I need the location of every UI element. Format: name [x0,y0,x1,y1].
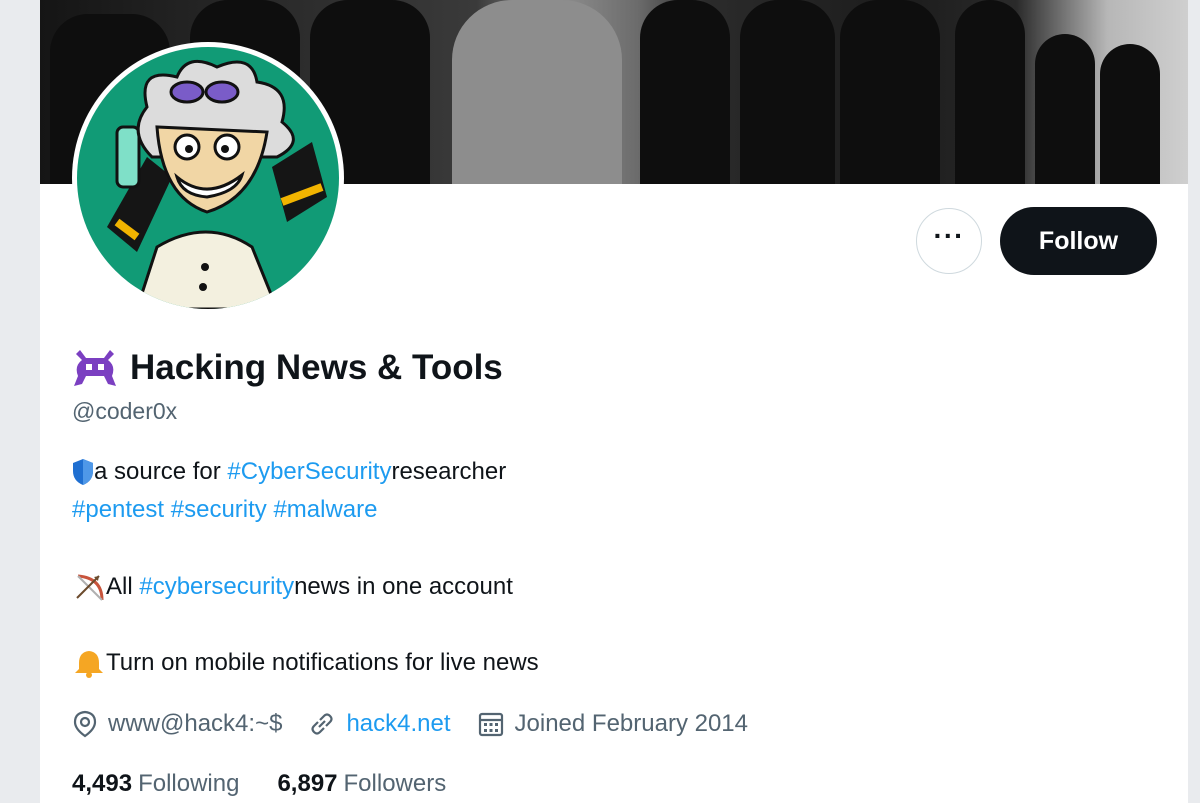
bio-text: news in one account [294,573,513,600]
website-link[interactable]: hack4.net [346,710,450,738]
more-options-label: ··· [933,220,965,251]
bio-text: researcher [391,458,507,485]
link-icon [311,713,334,735]
bio-line-3: All #cybersecurity news in one account [72,572,513,602]
followers-stat[interactable]: 6,897 Followers [277,770,446,798]
followers-count: 6,897 [277,770,338,797]
website-item: hack4.net [308,710,451,738]
joined-text: Joined February 2014 [514,710,748,737]
location-item: www@hack4:~$ [72,710,282,738]
profile-name-row: Hacking News & Tools [72,346,503,390]
shield-icon [73,459,93,485]
followers-label: Followers [343,770,447,797]
profile-meta: www@hack4:~$ hack4.net Joined February 2… [72,710,774,738]
hashtag-link[interactable]: #CyberSecurity [227,458,391,486]
bow-and-arrow-icon [76,574,104,601]
bio-hashtags-line[interactable]: #pentest #security #malware [72,496,377,524]
display-name: Hacking News & Tools [130,348,503,387]
bio-line-1: a source for #CyberSecurity researcher [72,458,506,486]
bio-line-4: Turn on mobile notifications for live ne… [72,648,539,678]
profile-avatar[interactable] [72,42,344,314]
profile-card: ··· Follow Hacking News & Tools @coder0x… [40,0,1188,803]
bio-text: Turn on mobile notifications for live ne… [106,649,539,676]
bio-text: All [106,573,133,600]
joined-item: Joined February 2014 [477,710,748,738]
bell-icon [75,651,103,678]
follow-button[interactable]: Follow [1000,207,1157,275]
bio-text: a source for [94,458,221,485]
following-count: 4,493 [72,770,133,797]
following-stat[interactable]: 4,493 Following [72,770,239,798]
following-label: Following [138,770,240,797]
profile-handle: @coder0x [72,398,178,424]
calendar-icon [478,712,503,737]
location-pin-icon [73,710,97,738]
hashtag-link[interactable]: #cybersecurity [139,573,294,601]
mad-scientist-avatar-image [77,47,339,309]
location-text: www@hack4:~$ [108,710,283,737]
alien-monster-icon [74,350,116,386]
follow-stats: 4,493 Following 6,897 Followers [72,770,484,798]
more-options-button[interactable]: ··· [916,208,982,274]
